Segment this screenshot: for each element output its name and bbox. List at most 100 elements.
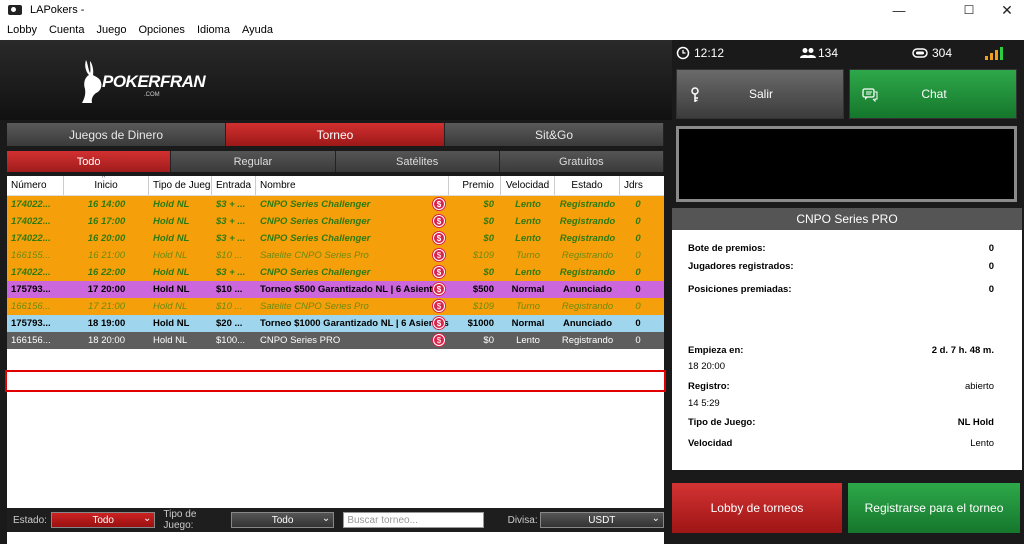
subtab-satelites[interactable]: Satélites xyxy=(335,151,500,172)
cell-numero-text: 175793... xyxy=(11,284,51,295)
tab-juegos-de-dinero[interactable]: Juegos de Dinero xyxy=(7,123,226,146)
table-row[interactable]: 174022... 16 20:00 Hold NL $3 + ... CNPO Ser… xyxy=(7,230,664,247)
cell-nombre-text: CNPO Series Challenger xyxy=(260,233,371,244)
menu-idioma[interactable]: Idioma xyxy=(197,24,230,36)
currency-chip-icon: $ xyxy=(433,266,445,278)
col-jdrs[interactable]: Jdrs xyxy=(620,176,656,195)
cell-entrada: $3 + ... xyxy=(212,264,256,281)
menu-opciones[interactable]: Opciones xyxy=(138,24,184,36)
cell-nombre: CNPO Series Challenger $ xyxy=(256,196,449,213)
app-icon xyxy=(8,5,22,15)
cell-tipo-text: Hold NL xyxy=(153,233,190,244)
subtab-todo[interactable]: Todo xyxy=(7,151,172,172)
cell-entrada-text: $100... xyxy=(216,335,246,346)
tipo-juego-value: NL Hold xyxy=(957,417,994,428)
cell-premio: $0 xyxy=(449,332,501,349)
col-numero[interactable]: Número xyxy=(7,176,64,195)
cell-estado: Registrando xyxy=(555,264,620,281)
cell-inicio: 17 20:00 xyxy=(64,281,149,298)
divisa-select[interactable]: USDT ⌄ xyxy=(539,512,664,528)
cell-nombre-text: Satelite CNPO Series Pro xyxy=(260,301,369,312)
cell-jdrs: 0 xyxy=(620,213,656,230)
col-nombre[interactable]: Nombre xyxy=(256,176,449,195)
menu-lobby[interactable]: Lobby xyxy=(7,24,37,36)
close-icon[interactable]: ✕ xyxy=(990,0,1024,20)
posiciones-value: 0 xyxy=(988,284,994,295)
cell-tipo: Hold NL xyxy=(149,281,212,298)
status-bar: 12:12 134 304 xyxy=(672,46,1024,62)
chevron-down-icon: ⌄ xyxy=(651,513,660,524)
cell-estado: Registrando xyxy=(555,247,620,264)
cell-premio: $0 xyxy=(449,230,501,247)
subtab-gratuitos[interactable]: Gratuitos xyxy=(499,151,664,172)
col-estado[interactable]: Estado xyxy=(555,176,620,195)
maximize-icon[interactable]: ☐ xyxy=(952,0,986,20)
estado-select[interactable]: Todo ⌄ xyxy=(50,512,156,528)
cell-tipo-text: Hold NL xyxy=(153,284,190,295)
chevron-down-icon: ⌄ xyxy=(143,513,152,524)
table-row[interactable]: 166156... 17 21:00 Hold NL $10 ... Satelite … xyxy=(7,298,664,315)
cell-jdrs-text: 0 xyxy=(635,301,641,312)
table-row[interactable]: 175793... 18 19:00 Hold NL $20 ... Torneo $1… xyxy=(7,315,664,332)
cell-jdrs-text: 0 xyxy=(635,199,641,210)
menu-juego[interactable]: Juego xyxy=(96,24,126,36)
tab-sit-go[interactable]: Sit&Go xyxy=(445,123,664,146)
currency-chip-icon: $ xyxy=(433,232,445,244)
header-band: POKERFRAN .COM xyxy=(0,40,672,120)
table-row[interactable]: 174022... 16 22:00 Hold NL $3 + ... CNPO Ser… xyxy=(7,264,664,281)
cell-velocidad-text: Turno xyxy=(515,250,541,261)
cell-jdrs-text: 0 xyxy=(635,250,641,261)
col-tipo[interactable]: Tipo de Juego xyxy=(149,176,212,195)
cell-estado: Anunciado xyxy=(555,315,620,332)
table-row[interactable]: 166155... 16 21:00 Hold NL $10 ... Satelite … xyxy=(7,247,664,264)
cell-numero-text: 166155... xyxy=(11,250,51,261)
logo-subtext: .COM xyxy=(144,92,160,98)
cell-nombre-text: CNPO Series Challenger xyxy=(260,199,371,210)
table-row[interactable]: 174022... 16 14:00 Hold NL $3 + ... CNPO Ser… xyxy=(7,196,664,213)
cell-jdrs: 0 xyxy=(620,281,656,298)
col-inicio[interactable]: ^ Inicio xyxy=(64,176,149,195)
col-velocidad[interactable]: Velocidad xyxy=(501,176,555,195)
minimize-icon[interactable]: — xyxy=(882,0,916,20)
registro-row: Registro: abierto xyxy=(688,381,994,392)
tipo-select[interactable]: Todo ⌄ xyxy=(230,512,335,528)
search-input[interactable]: Buscar torneo... xyxy=(343,512,484,528)
col-premio[interactable]: Premio xyxy=(449,176,501,195)
table-row[interactable]: 175793... 17 20:00 Hold NL $10 ... Torneo $5… xyxy=(7,281,664,298)
cell-velocidad-text: Lento xyxy=(515,233,541,244)
menu-ayuda[interactable]: Ayuda xyxy=(242,24,273,36)
lobby-torneos-button[interactable]: Lobby de torneos xyxy=(672,483,842,533)
cell-entrada-text: $10 ... xyxy=(216,250,243,261)
subtab-regular[interactable]: Regular xyxy=(171,151,336,172)
velocidad-row: Velocidad Lento xyxy=(688,438,994,449)
menu-cuenta[interactable]: Cuenta xyxy=(49,24,84,36)
main-tabs: Juegos de Dinero Torneo Sit&Go xyxy=(7,123,664,146)
cell-entrada: $10 ... xyxy=(212,298,256,315)
cell-inicio: 16 14:00 xyxy=(64,196,149,213)
cell-inicio-text: 17 20:00 xyxy=(87,284,126,295)
cell-inicio-text: 18 20:00 xyxy=(88,335,125,346)
table-row[interactable]: 174022... 16 17:00 Hold NL $3 + ... CNPO Ser… xyxy=(7,213,664,230)
cell-inicio-text: 16 17:00 xyxy=(87,216,126,227)
tab-torneo[interactable]: Torneo xyxy=(226,123,445,146)
cell-premio-text: $0 xyxy=(483,199,494,210)
cell-numero-text: 174022... xyxy=(11,216,51,227)
cell-entrada-text: $3 + ... xyxy=(216,216,246,227)
cell-velocidad-text: Lento xyxy=(515,216,541,227)
register-button[interactable]: Registrarse para el torneo xyxy=(848,483,1020,533)
table-row[interactable]: 166156... 18 20:00 Hold NL $100... CNPO Seri… xyxy=(7,332,664,349)
empieza-value: 2 d. 7 h. 48 m. xyxy=(931,345,994,356)
cell-inicio-text: 16 14:00 xyxy=(87,199,126,210)
cell-premio: $109 xyxy=(449,247,501,264)
cell-estado: Registrando xyxy=(555,196,620,213)
cell-jdrs-text: 0 xyxy=(635,335,641,346)
bote-value: 0 xyxy=(988,243,994,254)
window-title: LAPokers - xyxy=(30,4,85,16)
salir-button[interactable]: Salir xyxy=(676,69,844,119)
cell-entrada-text: $10 ... xyxy=(216,284,243,295)
col-entrada[interactable]: Entrada xyxy=(212,176,256,195)
cell-tipo-text: Hold NL xyxy=(153,301,188,312)
cell-tipo-text: Hold NL xyxy=(153,335,188,346)
cell-premio: $0 xyxy=(449,213,501,230)
chat-button[interactable]: Chat xyxy=(849,69,1017,119)
